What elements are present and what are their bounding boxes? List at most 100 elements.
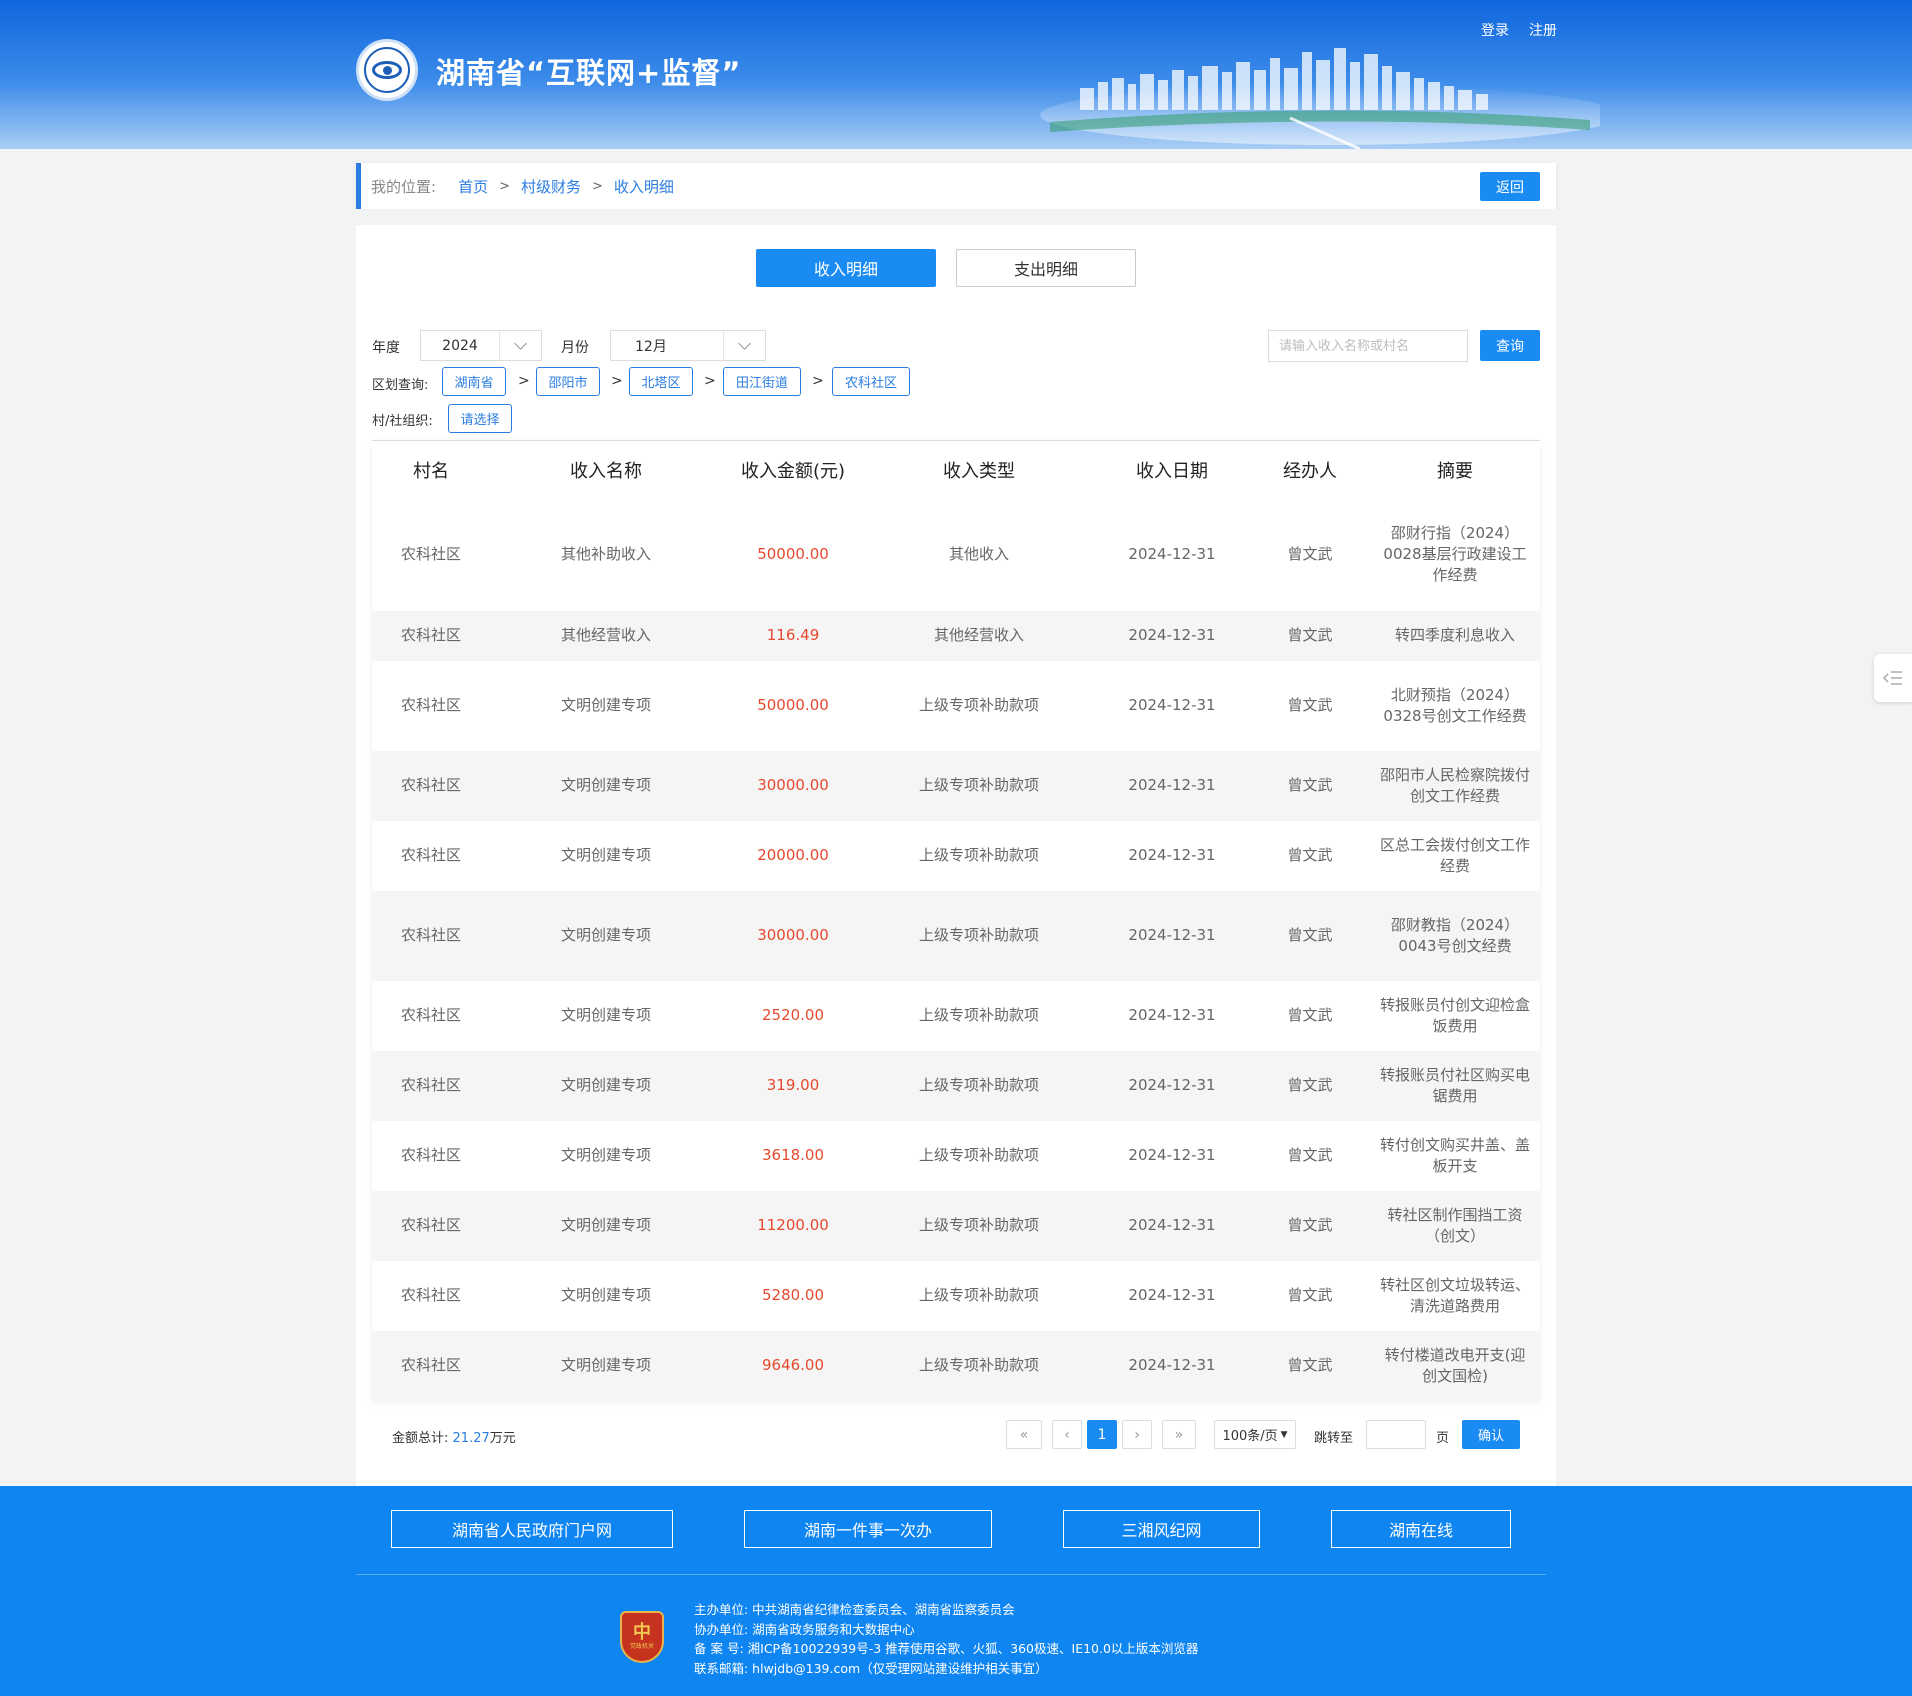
tab-income-detail[interactable]: 收入明细 xyxy=(756,249,936,287)
back-button[interactable]: 返回 xyxy=(1480,172,1540,201)
region-chip-community[interactable]: 农科社区 xyxy=(832,367,910,396)
cell-handler: 曾文武 xyxy=(1250,980,1370,1051)
last-page-button[interactable]: » xyxy=(1162,1420,1196,1449)
page-1-button[interactable]: 1 xyxy=(1087,1420,1117,1449)
cell-handler: 曾文武 xyxy=(1250,610,1370,661)
table-row: 农科社区 文明创建专项 30000.00 上级专项补助款项 2024-12-31… xyxy=(372,890,1540,981)
cell-income-name: 文明创建专项 xyxy=(490,660,722,751)
chevron-down-icon xyxy=(499,331,541,360)
footer-link-hunan-online[interactable]: 湖南在线 xyxy=(1331,1510,1511,1548)
org-select-button[interactable]: 请选择 xyxy=(448,404,512,433)
footer-info: 主办单位: 中共湖南省纪律检查委员会、湖南省监察委员会 协办单位: 湖南省政务服… xyxy=(694,1600,1198,1678)
tab-expense-detail[interactable]: 支出明细 xyxy=(956,249,1136,287)
cell-date: 2024-12-31 xyxy=(1094,750,1250,821)
cell-type: 上级专项补助款项 xyxy=(864,820,1094,891)
search-input[interactable] xyxy=(1268,330,1468,362)
collapse-menu-icon[interactable] xyxy=(1874,654,1912,702)
register-link[interactable]: 注册 xyxy=(1529,20,1557,40)
cell-handler: 曾文武 xyxy=(1250,1190,1370,1261)
income-table: 村名 收入名称 收入金额(元) 收入类型 收入日期 经办人 摘要 农科社区 其他… xyxy=(372,440,1540,1401)
region-chip-district[interactable]: 北塔区 xyxy=(629,367,693,396)
cell-date: 2024-12-31 xyxy=(1094,1050,1250,1121)
page-unit-label: 页 xyxy=(1436,1431,1450,1446)
jump-page-input[interactable] xyxy=(1366,1420,1426,1449)
prev-page-button[interactable]: ‹ xyxy=(1052,1420,1082,1449)
cell-handler: 曾文武 xyxy=(1250,1330,1370,1401)
government-badge-icon[interactable]: 中 党政机关 xyxy=(620,1611,664,1663)
chevron-down-icon xyxy=(723,331,765,360)
year-select[interactable]: 2024 xyxy=(420,330,542,361)
cell-type: 上级专项补助款项 xyxy=(864,750,1094,821)
footer-host: 主办单位: 中共湖南省纪律检查委员会、湖南省监察委员会 xyxy=(694,1602,1015,1617)
footer-link-one-thing[interactable]: 湖南一件事一次办 xyxy=(744,1510,992,1548)
breadcrumb: 我的位置: 首页 > 村级财务 > 收入明细 返回 xyxy=(356,163,1556,209)
cell-handler: 曾文武 xyxy=(1250,890,1370,981)
cell-type: 上级专项补助款项 xyxy=(864,1330,1094,1401)
table-row: 农科社区 文明创建专项 319.00 上级专项补助款项 2024-12-31 曾… xyxy=(372,1050,1540,1121)
table-row: 农科社区 文明创建专项 20000.00 上级专项补助款项 2024-12-31… xyxy=(372,820,1540,891)
cell-type: 其他经营收入 xyxy=(864,610,1094,661)
cell-date: 2024-12-31 xyxy=(1094,1260,1250,1331)
region-chip-province[interactable]: 湖南省 xyxy=(442,367,506,396)
breadcrumb-income-detail[interactable]: 收入明细 xyxy=(614,176,674,197)
footer-divider xyxy=(356,1574,1546,1575)
cell-income-name: 文明创建专项 xyxy=(490,980,722,1051)
footer-link-sanxiang[interactable]: 三湘风纪网 xyxy=(1063,1510,1260,1548)
caret-down-icon: ▼ xyxy=(1280,1429,1288,1440)
cell-handler: 曾文武 xyxy=(1250,750,1370,821)
cell-summary: 转四季度利息收入 xyxy=(1370,610,1540,661)
breadcrumb-home[interactable]: 首页 xyxy=(458,176,488,197)
badge-char: 中 xyxy=(633,1622,651,1643)
cell-type: 上级专项补助款项 xyxy=(864,890,1094,981)
cell-summary: 区总工会拨付创文工作经费 xyxy=(1370,820,1540,891)
cell-amount: 3618.00 xyxy=(722,1120,864,1191)
footer-icp: 备 案 号: 湘ICP备10022939号-3 推荐使用谷歌、火狐、360极速、… xyxy=(694,1641,1199,1656)
column-header-summary: 摘要 xyxy=(1370,440,1540,499)
cell-type: 上级专项补助款项 xyxy=(864,980,1094,1051)
footer-email: 联系邮箱: hlwjdb@139.com（仅受理网站建设维护相关事宜） xyxy=(694,1660,1048,1676)
cell-village: 农科社区 xyxy=(372,1190,490,1261)
cell-date: 2024-12-31 xyxy=(1094,498,1250,611)
next-page-button[interactable]: › xyxy=(1122,1420,1152,1449)
cell-date: 2024-12-31 xyxy=(1094,610,1250,661)
cell-date: 2024-12-31 xyxy=(1094,980,1250,1051)
cell-date: 2024-12-31 xyxy=(1094,820,1250,891)
table-row: 农科社区 文明创建专项 3618.00 上级专项补助款项 2024-12-31 … xyxy=(372,1120,1540,1191)
site-footer: 湖南省人民政府门户网 湖南一件事一次办 三湘风纪网 湖南在线 中 党政机关 主办… xyxy=(0,1486,1912,1696)
footer-link-gov-portal[interactable]: 湖南省人民政府门户网 xyxy=(391,1510,673,1548)
query-button[interactable]: 查询 xyxy=(1480,330,1540,361)
page-size-select[interactable]: 100条/页 ▼ xyxy=(1214,1420,1296,1449)
amount-total-unit: 万元 xyxy=(489,1431,516,1446)
cell-village: 农科社区 xyxy=(372,890,490,981)
login-link[interactable]: 登录 xyxy=(1481,20,1509,40)
cell-type: 其他收入 xyxy=(864,498,1094,611)
region-chip-city[interactable]: 邵阳市 xyxy=(536,367,600,396)
breadcrumb-label: 我的位置: xyxy=(371,177,437,196)
cell-income-name: 文明创建专项 xyxy=(490,1260,722,1331)
cell-summary: 转社区制作围挡工资（创文） xyxy=(1370,1190,1540,1261)
region-chip-street[interactable]: 田江街道 xyxy=(723,367,801,396)
amount-total: 金额总计: 21.27万元 xyxy=(392,1427,516,1446)
footer-co-host: 协办单位: 湖南省政务服务和大数据中心 xyxy=(694,1621,915,1637)
cell-summary: 转付创文购买井盖、盖板开支 xyxy=(1370,1120,1540,1191)
breadcrumb-village-finance[interactable]: 村级财务 xyxy=(521,176,581,197)
cell-village: 农科社区 xyxy=(372,980,490,1051)
table-row: 农科社区 其他经营收入 116.49 其他经营收入 2024-12-31 曾文武… xyxy=(372,610,1540,661)
table-row: 农科社区 文明创建专项 11200.00 上级专项补助款项 2024-12-31… xyxy=(372,1190,1540,1261)
cell-amount: 30000.00 xyxy=(722,750,864,821)
confirm-jump-button[interactable]: 确认 xyxy=(1462,1420,1520,1449)
cell-income-name: 文明创建专项 xyxy=(490,820,722,891)
cell-income-name: 文明创建专项 xyxy=(490,1050,722,1121)
cell-village: 农科社区 xyxy=(372,660,490,751)
month-select[interactable]: 12月 xyxy=(610,330,766,361)
table-row: 农科社区 文明创建专项 9646.00 上级专项补助款项 2024-12-31 … xyxy=(372,1330,1540,1401)
cell-amount: 20000.00 xyxy=(722,820,864,891)
cell-summary: 邵财行指（2024）0028基层行政建设工作经费 xyxy=(1370,498,1540,611)
region-label: 区划查询: xyxy=(372,378,429,393)
cell-summary: 转报账员付社区购买电锯费用 xyxy=(1370,1050,1540,1121)
first-page-button[interactable]: « xyxy=(1006,1420,1042,1449)
site-logo[interactable] xyxy=(356,39,418,101)
month-label: 月份 xyxy=(561,340,589,356)
column-header-income-name: 收入名称 xyxy=(490,440,722,499)
cell-type: 上级专项补助款项 xyxy=(864,660,1094,751)
